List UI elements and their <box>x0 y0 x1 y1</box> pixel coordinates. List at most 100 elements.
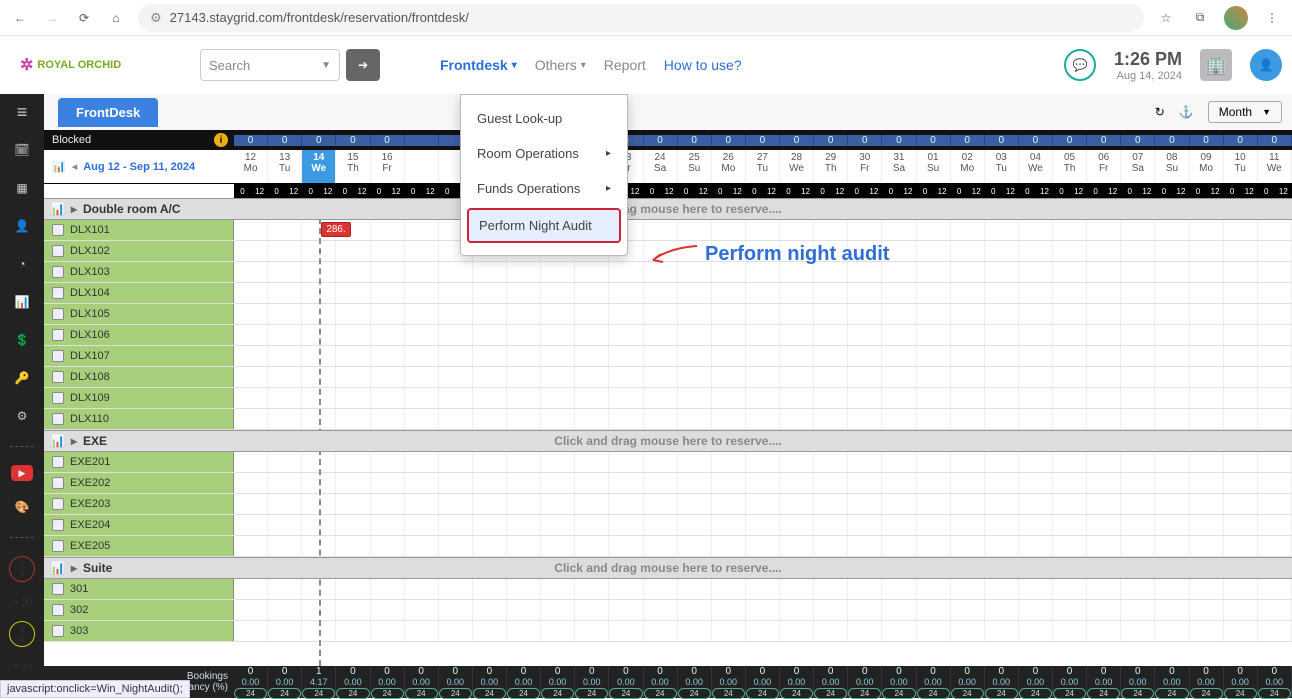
grid-cell[interactable] <box>1258 579 1292 599</box>
grid-cell[interactable] <box>268 494 302 514</box>
room-checkbox[interactable] <box>52 456 64 468</box>
grid-cell[interactable] <box>678 367 712 387</box>
key-icon[interactable]: 🔑 <box>10 366 34 390</box>
grid-cell[interactable] <box>268 241 302 261</box>
room-cells[interactable] <box>234 283 1292 303</box>
grid-cell[interactable] <box>507 494 541 514</box>
grid-cell[interactable] <box>1190 241 1224 261</box>
grid-cell[interactable] <box>302 494 336 514</box>
grid-cell[interactable] <box>780 515 814 535</box>
grid-cell[interactable] <box>746 283 780 303</box>
grid-cell[interactable] <box>678 283 712 303</box>
address-bar[interactable]: ⚙ 27143.staygrid.com/frontdesk/reservati… <box>138 4 1144 32</box>
grid-cell[interactable] <box>1121 452 1155 472</box>
grid-cell[interactable] <box>951 325 985 345</box>
date-cell[interactable]: 27Tu <box>746 150 780 183</box>
grid-cell[interactable] <box>746 473 780 493</box>
grid-cell[interactable] <box>712 388 746 408</box>
grid-cell[interactable] <box>917 325 951 345</box>
grid-cell[interactable] <box>882 346 916 366</box>
grid-cell[interactable] <box>712 579 746 599</box>
room-cells[interactable] <box>234 536 1292 556</box>
grid-cell[interactable] <box>1258 536 1292 556</box>
grid-cell[interactable] <box>234 283 268 303</box>
room-checkbox[interactable] <box>52 266 64 278</box>
grid-cell[interactable] <box>1224 494 1258 514</box>
grid-cell[interactable] <box>1190 579 1224 599</box>
reload-icon[interactable]: ⟳ <box>74 8 94 28</box>
grid-cell[interactable] <box>371 346 405 366</box>
grid-cell[interactable] <box>917 241 951 261</box>
grid-cell[interactable] <box>1121 473 1155 493</box>
money-icon[interactable]: 💲 <box>10 328 34 352</box>
grid-cell[interactable] <box>541 304 575 324</box>
grid-cell[interactable] <box>1258 304 1292 324</box>
grid-cell[interactable] <box>1258 494 1292 514</box>
room-checkbox[interactable] <box>52 371 64 383</box>
room-cells[interactable] <box>234 346 1292 366</box>
grid-cell[interactable] <box>234 494 268 514</box>
room-checkbox[interactable] <box>52 287 64 299</box>
grid-cell[interactable] <box>268 304 302 324</box>
room-label[interactable]: DLX105 <box>44 304 234 324</box>
grid-cell[interactable] <box>746 579 780 599</box>
tab-frontdesk[interactable]: FrontDesk <box>58 98 158 127</box>
grid-cell[interactable] <box>541 536 575 556</box>
grid-cell[interactable] <box>1053 346 1087 366</box>
grid-cell[interactable] <box>1121 367 1155 387</box>
grid-cell[interactable] <box>1155 388 1189 408</box>
room-cells[interactable] <box>234 600 1292 620</box>
grid-cell[interactable] <box>814 621 848 641</box>
grid-cell[interactable] <box>541 600 575 620</box>
grid-cell[interactable] <box>644 515 678 535</box>
grid-cell[interactable] <box>985 452 1019 472</box>
grid-cell[interactable] <box>1155 262 1189 282</box>
grid-cell[interactable] <box>439 409 473 429</box>
grid-cell[interactable] <box>1258 220 1292 240</box>
grid-cell[interactable] <box>951 473 985 493</box>
grid-cell[interactable] <box>575 600 609 620</box>
room-label[interactable]: 301 <box>44 579 234 599</box>
grid-cell[interactable] <box>371 220 405 240</box>
grid-cell[interactable] <box>1121 346 1155 366</box>
grid-cell[interactable] <box>302 346 336 366</box>
grid-cell[interactable] <box>1224 621 1258 641</box>
grid-cell[interactable] <box>234 388 268 408</box>
date-cell[interactable]: 12Mo <box>234 150 268 183</box>
grid-cell[interactable] <box>1053 367 1087 387</box>
grid-cell[interactable] <box>405 452 439 472</box>
grid-cell[interactable] <box>780 579 814 599</box>
grid-cell[interactable] <box>336 283 370 303</box>
date-cell[interactable]: 25Su <box>678 150 712 183</box>
room-cells[interactable] <box>234 262 1292 282</box>
grid-cell[interactable] <box>609 621 643 641</box>
room-label[interactable]: EXE203 <box>44 494 234 514</box>
grid-cell[interactable] <box>302 473 336 493</box>
grid-cell[interactable] <box>268 600 302 620</box>
grid-cell[interactable] <box>473 515 507 535</box>
grid-cell[interactable] <box>609 388 643 408</box>
grid-cell[interactable] <box>302 621 336 641</box>
grid-cell[interactable] <box>814 304 848 324</box>
site-settings-icon[interactable]: ⚙ <box>150 10 162 26</box>
grid-cell[interactable] <box>951 388 985 408</box>
grid-cell[interactable] <box>848 579 882 599</box>
grid-cell[interactable] <box>302 600 336 620</box>
grid-cell[interactable] <box>746 325 780 345</box>
grid-cell[interactable] <box>371 409 405 429</box>
grid-cell[interactable] <box>268 579 302 599</box>
grid-cell[interactable] <box>1121 388 1155 408</box>
grid-cell[interactable] <box>917 283 951 303</box>
grid-cell[interactable] <box>1019 621 1053 641</box>
grid-cell[interactable] <box>541 515 575 535</box>
grid-cell[interactable] <box>1224 367 1258 387</box>
grid-cell[interactable] <box>917 220 951 240</box>
grid-cell[interactable] <box>917 536 951 556</box>
grid-cell[interactable] <box>780 452 814 472</box>
grid-cell[interactable] <box>609 494 643 514</box>
grid-cell[interactable] <box>951 220 985 240</box>
grid-cell[interactable] <box>882 536 916 556</box>
grid-cell[interactable] <box>609 600 643 620</box>
grid-cell[interactable] <box>405 325 439 345</box>
grid-cell[interactable] <box>1019 220 1053 240</box>
